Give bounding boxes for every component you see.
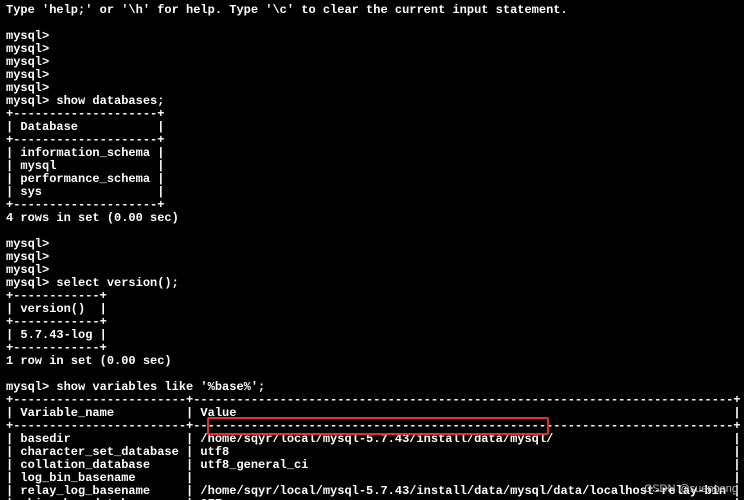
watermark: CSDN @suenpeng bbox=[644, 483, 738, 496]
terminal-output: Type 'help;' or '\h' for help. Type '\c'… bbox=[0, 0, 744, 500]
